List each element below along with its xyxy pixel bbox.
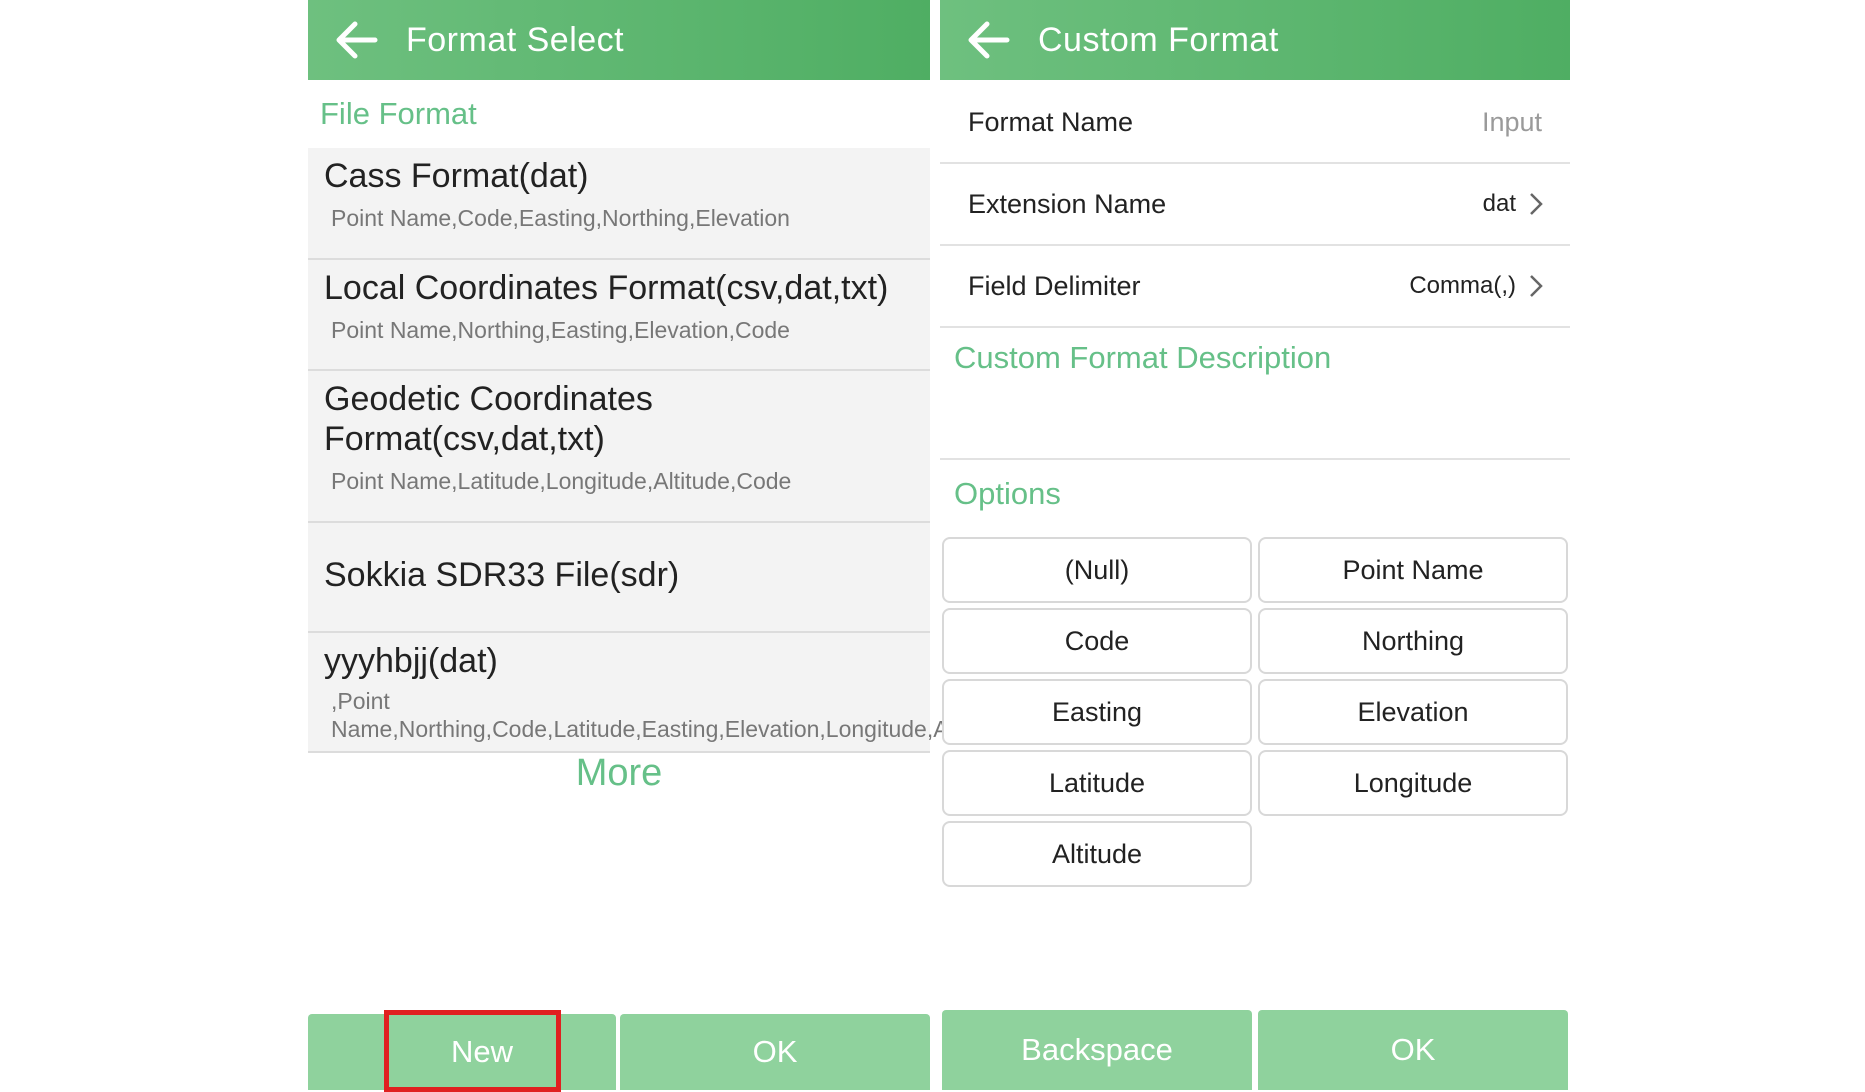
ok-button-label: OK <box>752 1034 798 1069</box>
ok-button[interactable]: OK <box>1258 1010 1568 1090</box>
page-title: Custom Format <box>1038 20 1279 59</box>
extension-name-value: dat <box>1482 190 1516 217</box>
format-item-name: Cass Format(dat) <box>324 157 589 195</box>
arrow-left-icon <box>968 21 1010 59</box>
field-delimiter-value: Comma(,) <box>1409 272 1516 299</box>
option-northing-button[interactable]: Northing <box>1258 608 1568 674</box>
format-item-name: yyyhbjj(dat) <box>324 642 498 680</box>
custom-format-header: Custom Format <box>940 0 1570 80</box>
backspace-button[interactable]: Backspace <box>942 1010 1252 1090</box>
extension-name-label: Extension Name <box>968 188 1167 219</box>
format-item-desc: ,Point Name,Northing,Code,Latitude,Easti… <box>331 688 1010 742</box>
more-link[interactable]: More <box>308 752 930 795</box>
page-title: Format Select <box>406 20 625 59</box>
format-item-local-coordinates[interactable]: Local Coordinates Format(csv,dat,txt) Po… <box>308 260 930 371</box>
option-null-button[interactable]: (Null) <box>942 537 1252 603</box>
option-latitude-button[interactable]: Latitude <box>942 750 1252 816</box>
chevron-right-icon <box>1530 275 1543 297</box>
option-point-name-button[interactable]: Point Name <box>1258 537 1568 603</box>
custom-format-description-area <box>940 340 1570 460</box>
format-name-label: Format Name <box>968 106 1134 137</box>
format-item-desc: Point Name,Latitude,Longitude,Altitude,C… <box>331 468 792 494</box>
format-item-desc: Point Name,Code,Easting,Northing,Elevati… <box>331 205 790 231</box>
custom-format-screen: Custom Format Format Name Input Extensio… <box>940 0 1570 1090</box>
back-button[interactable] <box>326 15 386 65</box>
format-item-desc: Point Name,Northing,Easting,Elevation,Co… <box>331 317 790 343</box>
field-delimiter-row[interactable]: Field Delimiter Comma(,) <box>940 246 1570 328</box>
format-item-geodetic-coordinates[interactable]: Geodetic Coordinates Format(csv,dat,txt)… <box>308 371 930 523</box>
custom-format-button-bar: Backspace OK <box>940 1010 1570 1090</box>
new-button-label: New <box>450 1034 513 1069</box>
ok-button-label: OK <box>1390 1032 1436 1067</box>
back-button[interactable] <box>958 15 1018 65</box>
options-section-label: Options <box>954 476 1061 511</box>
option-longitude-button[interactable]: Longitude <box>1258 750 1568 816</box>
arrow-left-icon <box>336 21 378 59</box>
option-code-button[interactable]: Code <box>942 608 1252 674</box>
format-item-name: Geodetic Coordinates Format(csv,dat,txt) <box>324 380 653 458</box>
format-item-name: Local Coordinates Format(csv,dat,txt) <box>324 269 889 307</box>
new-button[interactable]: New <box>308 1014 616 1090</box>
option-altitude-button[interactable]: Altitude <box>942 821 1252 887</box>
chevron-right-icon <box>1530 193 1543 215</box>
format-item-name: Sokkia SDR33 File(sdr) <box>324 556 680 594</box>
format-name-input[interactable]: Input <box>1482 107 1542 138</box>
file-format-section-label: File Format <box>320 96 477 131</box>
format-select-screen: Format Select File Format Cass Format(da… <box>308 0 1010 1092</box>
option-elevation-button[interactable]: Elevation <box>1258 679 1568 745</box>
extension-name-row[interactable]: Extension Name dat <box>940 164 1570 246</box>
format-list: Cass Format(dat) Point Name,Code,Easting… <box>308 148 1010 753</box>
format-select-header: Format Select <box>308 0 930 80</box>
format-item-cass[interactable]: Cass Format(dat) Point Name,Code,Easting… <box>308 148 930 260</box>
format-select-button-bar: New OK <box>308 1010 930 1092</box>
ok-button[interactable]: OK <box>620 1014 930 1090</box>
field-delimiter-label: Field Delimiter <box>968 270 1141 301</box>
format-name-row[interactable]: Format Name Input <box>940 82 1570 164</box>
backspace-button-label: Backspace <box>1021 1032 1173 1067</box>
format-item-custom-yyyhbjj[interactable]: yyyhbjj(dat) ,Point Name,Northing,Code,L… <box>308 633 1010 753</box>
format-item-sokkia[interactable]: Sokkia SDR33 File(sdr) <box>308 523 930 633</box>
option-easting-button[interactable]: Easting <box>942 679 1252 745</box>
